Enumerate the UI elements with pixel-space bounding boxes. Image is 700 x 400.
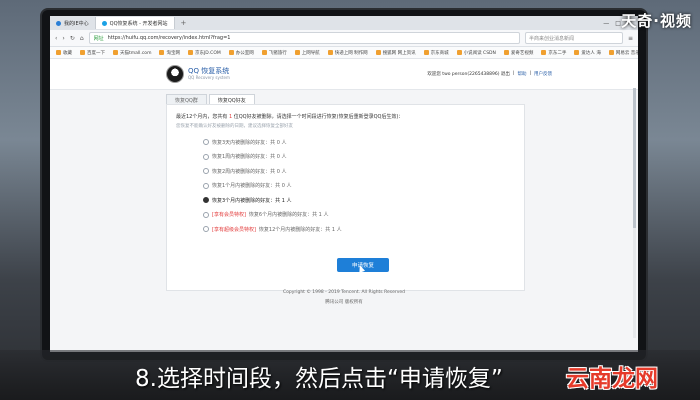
bookmark-item[interactable]: 小说阅读 CSDN <box>456 50 496 56</box>
menu-icon[interactable]: ≡ <box>628 35 633 42</box>
period-options: 恢复3天内被删除的好友：共 0 人恢复1周内被删除的好友：共 0 人恢复2周内被… <box>203 139 342 233</box>
footer-company: 腾讯公司 版权所有 <box>325 300 363 305</box>
bookmark-icon <box>187 50 193 55</box>
period-option-label: 恢复1周内被删除的好友：共 0 人 <box>212 154 287 160</box>
radio-button[interactable] <box>203 197 209 203</box>
help-link[interactable]: 帮助 <box>517 71 526 77</box>
radio-button[interactable] <box>203 153 209 160</box>
period-option[interactable]: 恢复1个月内被删除的好友：共 0 人 <box>203 182 342 189</box>
page-scrollbar-thumb[interactable] <box>633 88 636 228</box>
period-option[interactable]: 恢复3天内被删除的好友：共 0 人 <box>203 139 342 146</box>
browser-tab-1[interactable]: 我的IE中心 <box>50 17 96 29</box>
bookmark-item[interactable]: 快递上网 制作网 <box>327 50 368 56</box>
bookmark-item[interactable]: 京东商城 <box>423 50 449 56</box>
vip-badge: [享有会员特权] <box>212 212 246 218</box>
bookmark-item[interactable]: 收藏 <box>56 50 72 56</box>
bookmark-icon <box>503 50 509 55</box>
period-option-label: 恢复6个月内被删除的好友：共 1 人 <box>248 212 329 218</box>
qq-logo[interactable]: QQ 恢复系统 QQ Recovery system <box>166 65 230 83</box>
video-watermark: 天奇·视频 <box>621 12 692 30</box>
browser-search-text: 半商来创业消息新闻 <box>528 35 574 42</box>
bookmark-item[interactable]: 京东JD.COM <box>187 50 221 56</box>
bookmark-icon <box>228 50 234 55</box>
subtitle-caption: 8.选择时间段，然后点击“申请恢复” <box>135 366 503 392</box>
bookmark-item[interactable]: 飞猪旅行 <box>261 50 287 56</box>
bookmark-icon <box>608 50 614 55</box>
bookmark-icon <box>294 50 300 55</box>
bookmark-item[interactable]: 爱达人 海 <box>574 50 601 56</box>
back-icon[interactable]: ‹ <box>55 35 57 42</box>
radio-button[interactable] <box>203 226 209 232</box>
user-welcome[interactable]: 欢迎您 two person(2265438896) 退出 <box>427 71 510 77</box>
feedback-link[interactable]: 用户反馈 <box>534 71 552 77</box>
browser-window: 我的IE中心 QQ恢复系统 - 开发者网站 + — □ ✕ ‹ › ↻ ⌂ 网址… <box>50 16 638 352</box>
browser-tab-2[interactable]: QQ恢复系统 - 开发者网站 <box>95 17 175 29</box>
bookmark-icon <box>56 50 61 55</box>
vip-badge: [享有超级会员特权] <box>212 226 256 233</box>
page-header: QQ 恢复系统 QQ Recovery system 欢迎您 two perso… <box>50 59 638 90</box>
bookmark-item[interactable]: 搜狐网 网上资讯 <box>375 50 416 56</box>
forward-icon[interactable]: › <box>62 35 64 42</box>
ie-icon <box>56 20 61 26</box>
footer-copyright: Copyright © 1998 - 2019 Tencent. All Rig… <box>282 290 406 295</box>
period-option-label: 恢复3天内被删除的好友：共 0 人 <box>212 139 287 146</box>
new-tab-button[interactable]: + <box>175 19 193 27</box>
penguin-icon <box>166 65 184 83</box>
browser-tab-label: 我的IE中心 <box>64 20 89 27</box>
bookmark-icon <box>375 50 381 55</box>
brand-logo: 云南龙网 <box>566 366 658 392</box>
secure-label: 网址 <box>93 35 104 42</box>
browser-tab-bar: 我的IE中心 QQ恢复系统 - 开发者网站 + — □ ✕ <box>50 16 638 30</box>
deleted-count: 1 <box>228 114 233 120</box>
logo-title: QQ 恢复系统 <box>188 67 230 75</box>
period-option-label: 恢复2周内被删除的好友：共 0 人 <box>212 168 287 175</box>
bookmark-icon <box>456 50 462 55</box>
bookmark-icon <box>574 50 580 55</box>
bookmark-icon <box>159 50 165 55</box>
bookmark-icon <box>261 50 267 55</box>
bookmark-icon <box>423 50 429 55</box>
minimize-icon[interactable]: — <box>603 20 609 27</box>
period-option[interactable]: 恢复3个月内被删除的好友：共 1 人 <box>203 197 342 204</box>
radio-button[interactable] <box>203 182 209 189</box>
address-bar[interactable]: 网址 https://huifu.qq.com/recovery/index.h… <box>88 32 520 44</box>
bookmark-item[interactable]: 上网导航 <box>294 50 320 56</box>
period-option[interactable]: [享有会员特权] 恢复6个月内被删除的好友：共 1 人 <box>203 211 342 218</box>
browser-tab-label: QQ恢复系统 - 开发者网站 <box>109 20 168 27</box>
bookmark-icon <box>80 50 85 55</box>
bookmark-item[interactable]: 爱奇艺视频 <box>503 50 533 56</box>
period-option[interactable]: 恢复1周内被删除的好友：共 0 人 <box>203 153 342 160</box>
bookmark-icon <box>327 50 333 55</box>
period-option[interactable]: 恢复2周内被删除的好友：共 0 人 <box>203 168 342 175</box>
bookmark-item[interactable]: 淘宝网 <box>159 50 180 56</box>
radio-button[interactable] <box>203 139 209 145</box>
refresh-icon[interactable]: ↻ <box>70 35 75 42</box>
period-option-label: 恢复12个月内被删除的好友：共 1 人 <box>258 226 342 233</box>
logo-subtitle: QQ Recovery system <box>188 75 230 80</box>
bookmark-item[interactable]: 百度一下 <box>80 50 105 56</box>
bookmarks-bar: 收藏 百度一下 天猫tmall.com 淘宝网 京东JD.COM 办公室网 飞猪旅行 上网导航… <box>50 47 638 59</box>
bookmark-icon <box>113 50 118 55</box>
recovery-panel: 最近12个月内，您共有 1 位QQ好友被删除，请选择一个时间段进行恢复(恢复后重… <box>166 104 525 291</box>
qq-icon <box>101 20 107 26</box>
intro-text: 最近12个月内，您共有 1 位QQ好友被删除，请选择一个时间段进行恢复(恢复后重… <box>176 114 404 120</box>
period-option-label: 恢复1个月内被删除的好友：共 0 人 <box>212 183 292 189</box>
radio-button[interactable] <box>203 211 209 218</box>
hint-text: 您恢复不能确认好友被删除的日期，建议选择恢复全部好友 <box>176 124 293 129</box>
bookmark-icon <box>541 50 547 55</box>
period-option[interactable]: [享有超级会员特权] 恢复12个月内被删除的好友：共 1 人 <box>203 226 342 233</box>
address-url: https://huifu.qq.com/recovery/index.html… <box>107 35 231 41</box>
home-icon[interactable]: ⌂ <box>80 35 84 42</box>
bookmark-item[interactable]: 办公室网 <box>228 50 254 56</box>
bookmark-item[interactable]: 天猫tmall.com <box>113 50 151 56</box>
bookmark-item[interactable]: 京东二手 <box>541 50 566 56</box>
browser-search-input[interactable]: 半商来创业消息新闻 <box>524 32 623 44</box>
period-option-label: 恢复3个月内被删除的好友：共 1 人 <box>212 197 292 204</box>
bookmark-item[interactable]: 网易云 音乐 <box>608 50 638 56</box>
user-bar: 欢迎您 two person(2265438896) 退出 | 帮助 | 用户反… <box>427 71 552 77</box>
browser-nav-bar: ‹ › ↻ ⌂ 网址 https://huifu.qq.com/recovery… <box>50 30 638 47</box>
radio-button[interactable] <box>203 168 209 174</box>
